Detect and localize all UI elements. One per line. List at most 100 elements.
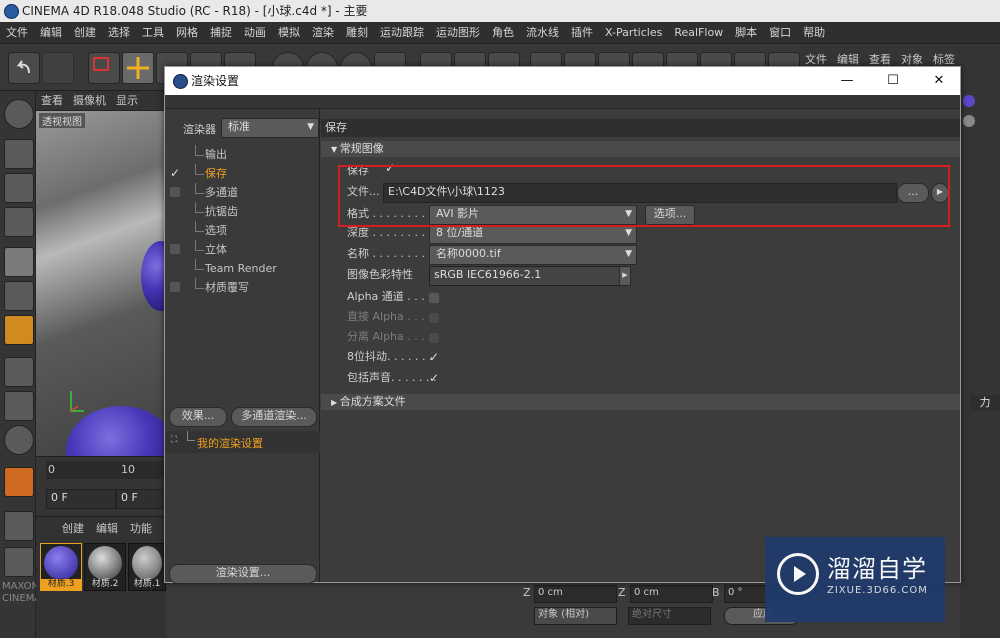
maxon-logo: MAXON CINEMA <box>2 581 42 604</box>
make-editable-icon[interactable] <box>4 99 34 129</box>
position-z-field[interactable]: 0 cm <box>534 585 617 603</box>
tree-item-stereo[interactable]: 立体 <box>165 240 320 259</box>
tree-item-output[interactable]: 输出 <box>165 145 320 164</box>
cinema4d-logo-icon <box>173 74 188 89</box>
menu-snap[interactable]: 捕捉 <box>204 22 238 44</box>
render-settings-button[interactable]: 渲染设置... <box>169 564 317 584</box>
material-tag-icon[interactable] <box>963 115 975 127</box>
expand-icon[interactable]: ⛶ <box>171 435 177 445</box>
axis-gizmo-icon <box>66 386 86 416</box>
material-swatch[interactable]: 材质.2 <box>84 543 126 591</box>
separate-alpha-checkbox[interactable] <box>429 333 439 343</box>
tree-checkbox[interactable] <box>170 282 180 292</box>
move-tool-icon[interactable] <box>122 52 154 84</box>
grid-lock-icon[interactable] <box>4 547 34 577</box>
material-preview <box>44 546 78 580</box>
tree-checkbox[interactable] <box>170 244 180 254</box>
menu-help[interactable]: 帮助 <box>797 22 831 44</box>
menu-pipeline[interactable]: 流水线 <box>520 22 565 44</box>
menu-script[interactable]: 脚本 <box>729 22 763 44</box>
force-tab[interactable]: 力 <box>970 395 1000 411</box>
tree-item-multipass[interactable]: 多通道 <box>165 183 320 202</box>
texture-mode-icon[interactable] <box>4 173 34 203</box>
dither-checkbox[interactable]: ✓ <box>429 350 441 364</box>
material-swatch[interactable]: 材质.3 <box>40 543 82 591</box>
straight-alpha-checkbox[interactable] <box>429 313 439 323</box>
select-tool-icon[interactable] <box>88 52 120 84</box>
tweak-mode-icon[interactable] <box>4 391 34 421</box>
polygons-mode-icon[interactable] <box>4 315 34 345</box>
material-menu-function[interactable]: 功能 <box>130 520 152 536</box>
redo-icon[interactable] <box>42 52 74 84</box>
check-icon[interactable]: ✓ <box>170 164 182 183</box>
render-settings-tree-panel: 渲染器 标准 ▼ 输出 ✓ 保存 多通道 抗锯齿 选项 立体 Team Render… <box>165 109 320 584</box>
group-composite-file[interactable]: ▶ 合成方案文件 <box>321 394 960 410</box>
menu-mograph[interactable]: 运动图形 <box>430 22 486 44</box>
close-icon[interactable]: ✕ <box>917 67 961 95</box>
menu-motion-tracking[interactable]: 运动跟踪 <box>374 22 430 44</box>
expand-arrow-icon[interactable]: ▶ <box>619 266 631 286</box>
render-setting-item[interactable]: 我的渲染设置 <box>197 435 263 451</box>
snap-icon[interactable] <box>4 425 34 455</box>
minimize-icon[interactable]: — <box>825 67 869 95</box>
workplane-lock-icon[interactable] <box>4 511 34 541</box>
chevron-down-icon: ▼ <box>307 122 314 132</box>
alpha-checkbox[interactable] <box>429 293 439 303</box>
coord-mode-dropdown[interactable]: 对象 (相对) <box>534 607 617 625</box>
model-mode-icon[interactable] <box>4 139 34 169</box>
tree-item-team-render[interactable]: Team Render <box>165 259 320 278</box>
material-menu-create[interactable]: 创建 <box>62 520 84 536</box>
axis-mode-icon[interactable] <box>4 357 34 387</box>
timeline-ruler[interactable]: 0 10 <box>46 461 166 479</box>
timeline: 0 10 0 F 0 F <box>36 456 172 516</box>
menu-xparticles[interactable]: X-Particles <box>599 22 668 44</box>
menu-edit[interactable]: 编辑 <box>34 22 68 44</box>
start-frame-field[interactable]: 0 F <box>46 489 116 509</box>
menu-tools[interactable]: 工具 <box>136 22 170 44</box>
menu-mesh[interactable]: 网格 <box>170 22 204 44</box>
multipass-render-button[interactable]: 多通道渲染... <box>231 407 317 427</box>
play-logo-icon <box>777 553 819 595</box>
menu-window[interactable]: 窗口 <box>763 22 797 44</box>
edges-mode-icon[interactable] <box>4 281 34 311</box>
tree-item-material-override[interactable]: 材质覆写 <box>165 278 320 297</box>
coord-b-label: B <box>712 586 720 599</box>
renderer-dropdown[interactable]: 标准 ▼ <box>221 118 319 138</box>
tree-item-antialiasing[interactable]: 抗锯齿 <box>165 202 320 221</box>
menu-create[interactable]: 创建 <box>68 22 102 44</box>
group-regular-image[interactable]: ▼ 常规图像 <box>321 141 960 157</box>
name-dropdown[interactable]: 名称0000.tif ▼ <box>429 245 637 265</box>
depth-dropdown[interactable]: 8 位/通道 ▼ <box>429 224 637 244</box>
menu-render[interactable]: 渲染 <box>306 22 340 44</box>
tree-item-save[interactable]: ✓ 保存 <box>165 164 320 183</box>
material-swatch[interactable]: 材质.1 <box>128 543 166 591</box>
render-setting-list: ⛶ 我的渲染设置 <box>165 431 320 453</box>
size-z-field[interactable]: 0 cm <box>630 585 713 603</box>
menu-animate[interactable]: 动画 <box>238 22 272 44</box>
viewport-menu-camera[interactable]: 摄像机 <box>68 91 111 111</box>
alpha-label: Alpha 通道 . . . . . <box>347 290 439 303</box>
menu-plugins[interactable]: 插件 <box>565 22 599 44</box>
size-mode-dropdown[interactable]: 绝对尺寸 <box>628 607 711 625</box>
perspective-viewport[interactable]: 透视视图 <box>36 111 181 496</box>
menu-character[interactable]: 角色 <box>486 22 520 44</box>
material-menu-edit[interactable]: 编辑 <box>96 520 118 536</box>
points-mode-icon[interactable] <box>4 247 34 277</box>
viewport-menu-display[interactable]: 显示 <box>111 91 143 111</box>
viewport-menu-view[interactable]: 查看 <box>36 91 68 111</box>
tree-item-options[interactable]: 选项 <box>165 221 320 240</box>
menu-simulate[interactable]: 模拟 <box>272 22 306 44</box>
color-profile-field[interactable]: sRGB IEC61966-2.1 <box>429 266 625 286</box>
menu-realflow[interactable]: RealFlow <box>668 22 729 44</box>
menu-select[interactable]: 选择 <box>102 22 136 44</box>
magnet-icon[interactable] <box>4 467 34 497</box>
menu-sculpt[interactable]: 雕刻 <box>340 22 374 44</box>
menu-file[interactable]: 文件 <box>0 22 34 44</box>
undo-icon[interactable] <box>8 52 40 84</box>
sound-checkbox[interactable]: ✓ <box>429 371 441 385</box>
workplane-mode-icon[interactable] <box>4 207 34 237</box>
effects-button[interactable]: 效果... <box>169 407 227 427</box>
tree-checkbox[interactable] <box>170 187 180 197</box>
material-tag-icon[interactable] <box>963 95 975 107</box>
maximize-icon[interactable]: ☐ <box>871 67 915 95</box>
